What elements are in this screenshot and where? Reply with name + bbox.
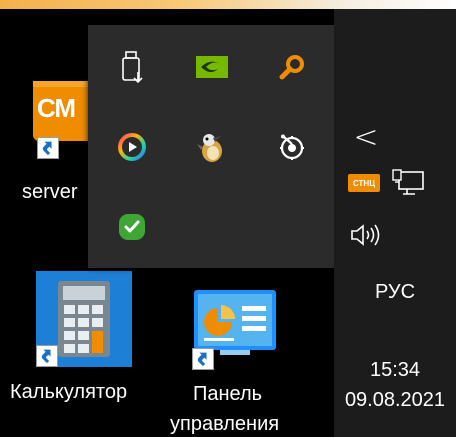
clock-date: 09.08.2021: [344, 389, 446, 411]
tray-overflow-flyout: [88, 25, 334, 268]
network-monitor-icon: [392, 169, 424, 195]
desktop-label-control-panel-line2: управления: [170, 413, 280, 435]
show-hidden-icons-button[interactable]: <: [348, 117, 384, 157]
tray-icon-nvidia[interactable]: [182, 37, 242, 97]
language-indicator[interactable]: РУС: [334, 281, 456, 304]
tray-icon-sticky-badge[interactable]: СТНЦ: [346, 169, 382, 197]
desktop-icon-control-panel[interactable]: [190, 288, 280, 372]
clock-time: 15:34: [369, 359, 421, 381]
nvidia-icon: [196, 56, 228, 78]
tray-icon-bird-app[interactable]: [182, 117, 242, 177]
tray-icon-usb[interactable]: [102, 37, 162, 97]
window-top-strip: [0, 0, 456, 9]
steelseries-icon: [280, 134, 304, 160]
shortcut-arrow-icon: [36, 345, 58, 367]
desktop-label-server: server: [22, 181, 78, 203]
sticky-badge-text: СТНЦ: [352, 178, 376, 188]
tray-icon-network[interactable]: [388, 165, 428, 201]
desktop-icon-calculator[interactable]: [36, 271, 132, 371]
desktop-icon-server[interactable]: СМ: [33, 81, 93, 159]
volume-button[interactable]: [346, 217, 386, 253]
search-magnifier-icon: [279, 55, 304, 80]
speaker-volume-icon: [351, 224, 380, 246]
tray-icon-steelseries[interactable]: [262, 117, 322, 177]
checkmark-shield-icon: [119, 214, 145, 240]
chevron-left-icon: <: [353, 119, 379, 155]
usb-eject-icon: [122, 51, 143, 84]
desktop-label-calculator: Калькулятор: [10, 381, 128, 403]
tray-icon-search[interactable]: [262, 37, 322, 97]
server-icon-badge-text: СМ: [37, 93, 76, 123]
media-player-icon: [118, 133, 146, 161]
bird-app-icon: [197, 134, 222, 162]
shortcut-arrow-icon: [37, 137, 59, 159]
desktop-area: СМ server Калькулятор Панель управления: [0, 9, 334, 437]
tray-icon-checkmark[interactable]: [102, 197, 162, 257]
sticky-app-icon: СТНЦ: [348, 174, 380, 192]
clock-button[interactable]: 15:34 09.08.2021: [334, 355, 456, 425]
taskbar: < СТНЦ РУС 15:34 09.08.2021: [334, 9, 456, 437]
tray-icon-media-player[interactable]: [102, 117, 162, 177]
shortcut-arrow-icon: [192, 348, 214, 370]
desktop-label-control-panel-line1: Панель: [193, 383, 263, 405]
